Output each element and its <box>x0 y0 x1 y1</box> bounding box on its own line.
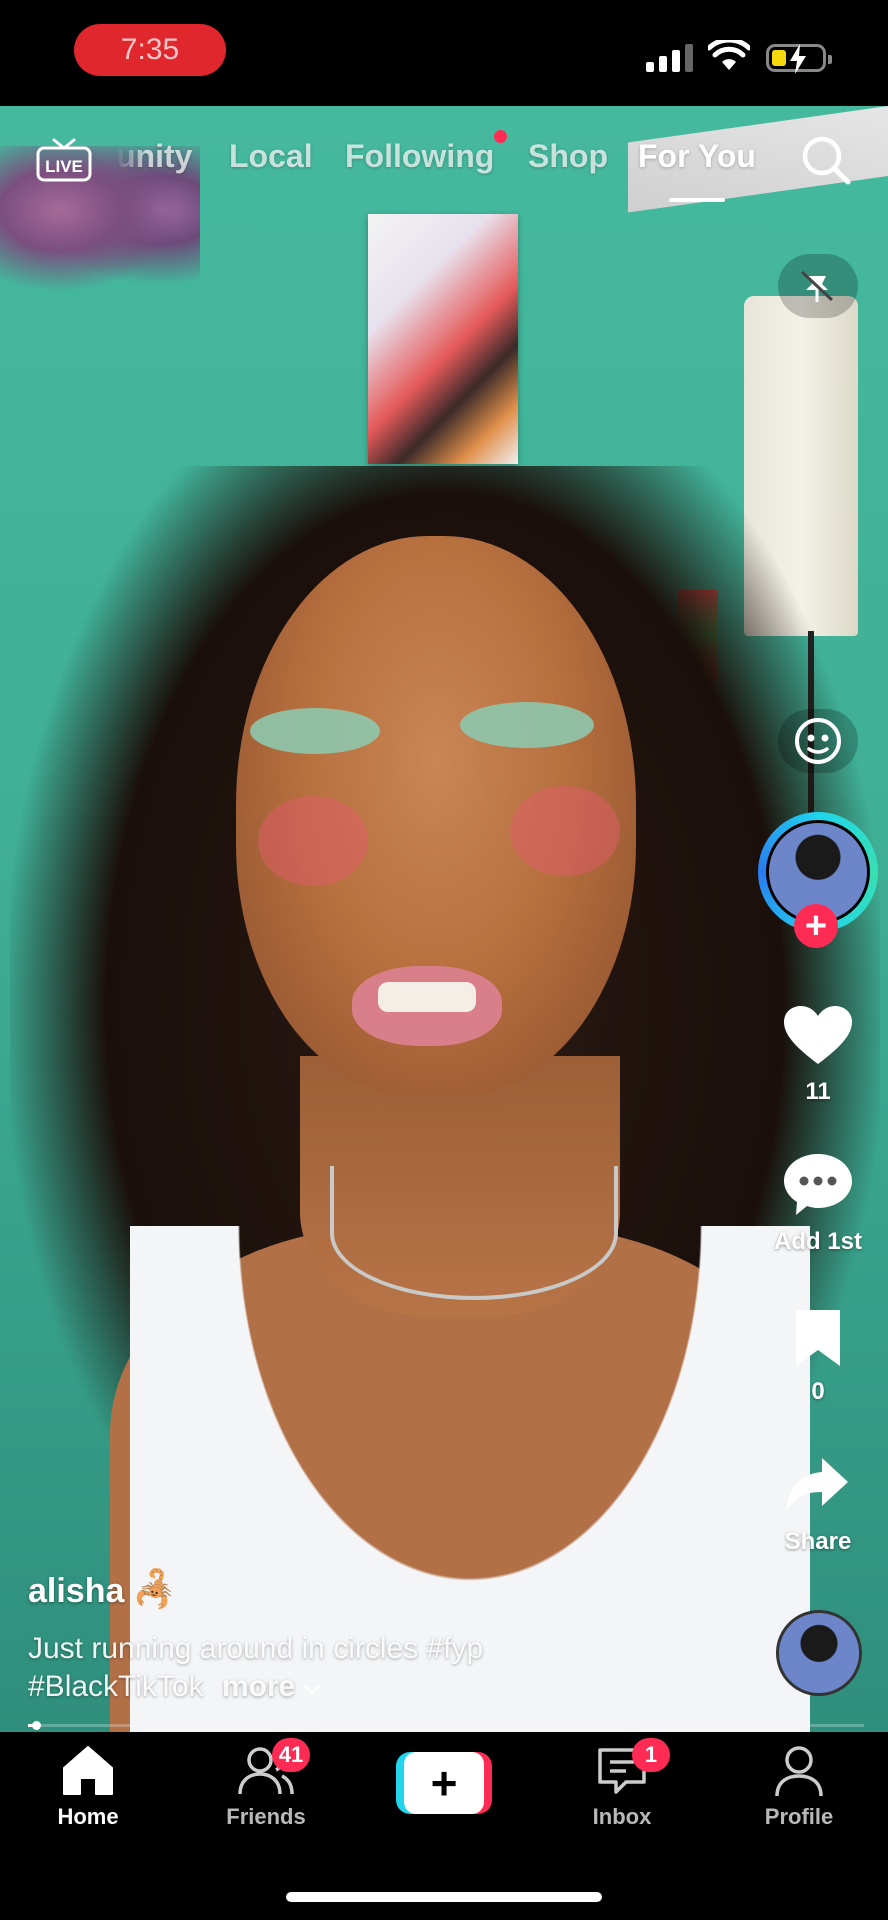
nav-friends-label: Friends <box>226 1804 306 1829</box>
post-caption[interactable]: Just running around in circles #fyp #Bla… <box>28 1630 648 1706</box>
necklace <box>330 1166 618 1300</box>
bookmark-icon[interactable] <box>792 1308 844 1368</box>
heart-icon[interactable] <box>782 1004 854 1068</box>
live-button[interactable]: LIVE <box>36 136 92 182</box>
blush-left <box>258 796 368 886</box>
creator-username[interactable]: alisha <box>28 1572 124 1611</box>
video-player[interactable] <box>0 106 888 1732</box>
ai-content-button[interactable] <box>778 254 858 318</box>
nav-friends[interactable]: Friends <box>196 1744 336 1830</box>
nav-home[interactable]: Home <box>18 1744 158 1830</box>
nav-profile-label: Profile <box>764 1804 834 1829</box>
tab-community[interactable]: unity <box>116 138 192 175</box>
inbox-badge: 1 <box>632 1738 670 1772</box>
eyeshadow-right <box>460 702 594 748</box>
more-label: more <box>221 1670 296 1703</box>
effects-button[interactable] <box>778 709 858 773</box>
comment-label: Add 1st <box>773 1228 862 1255</box>
scorpion-emoji: 🦂 <box>132 1568 177 1609</box>
create-button[interactable]: + <box>396 1752 492 1814</box>
chevron-down-icon <box>304 1685 319 1695</box>
more-button[interactable]: more <box>222 1670 320 1703</box>
nav-home-label: Home <box>57 1804 119 1829</box>
home-indicator <box>286 1892 602 1902</box>
home-icon <box>63 1746 113 1795</box>
face-effect-icon <box>795 718 841 764</box>
tab-shop[interactable]: Shop <box>528 138 608 175</box>
nav-profile[interactable]: Profile <box>729 1744 869 1830</box>
eyeshadow-left <box>250 708 380 754</box>
share-label: Share <box>784 1528 852 1555</box>
wall-poster <box>368 214 518 464</box>
bottom-nav: Home Friends 41 + Inbox 1 Profile <box>0 1732 888 1920</box>
following-notification-dot <box>494 130 507 143</box>
video-progress-bar[interactable] <box>28 1721 864 1730</box>
share-icon[interactable] <box>784 1456 850 1514</box>
tab-following[interactable]: Following <box>345 138 494 175</box>
profile-icon <box>775 1746 823 1797</box>
status-time: 7:35 <box>120 33 180 66</box>
teeth <box>378 982 476 1012</box>
live-tv-icon: LIVE <box>36 138 92 182</box>
pin-slash-icon <box>800 270 834 302</box>
active-tab-indicator <box>669 198 725 202</box>
battery-icon <box>766 44 832 74</box>
tab-for-you[interactable]: For You <box>638 138 756 175</box>
friends-badge: 41 <box>272 1738 310 1772</box>
status-bar: 7:35 <box>0 0 888 106</box>
save-count: 0 <box>811 1378 825 1405</box>
nav-inbox-label: Inbox <box>592 1804 652 1829</box>
sound-disc[interactable] <box>776 1610 862 1696</box>
blush-right <box>510 786 620 876</box>
create-plus-icon: + <box>404 1752 484 1814</box>
recording-pill[interactable]: 7:35 <box>74 24 226 76</box>
like-count: 11 <box>805 1078 831 1105</box>
wifi-icon <box>708 40 750 70</box>
live-label: LIVE <box>45 157 83 176</box>
follow-plus-button[interactable]: + <box>794 904 838 948</box>
comment-icon[interactable] <box>782 1152 854 1218</box>
search-icon[interactable] <box>800 134 852 186</box>
cellular-signal-icon <box>646 44 693 72</box>
tab-local[interactable]: Local <box>229 138 313 175</box>
nav-inbox[interactable]: Inbox <box>552 1744 692 1830</box>
top-nav: LIVE unity Local Following Shop For You <box>0 120 888 202</box>
